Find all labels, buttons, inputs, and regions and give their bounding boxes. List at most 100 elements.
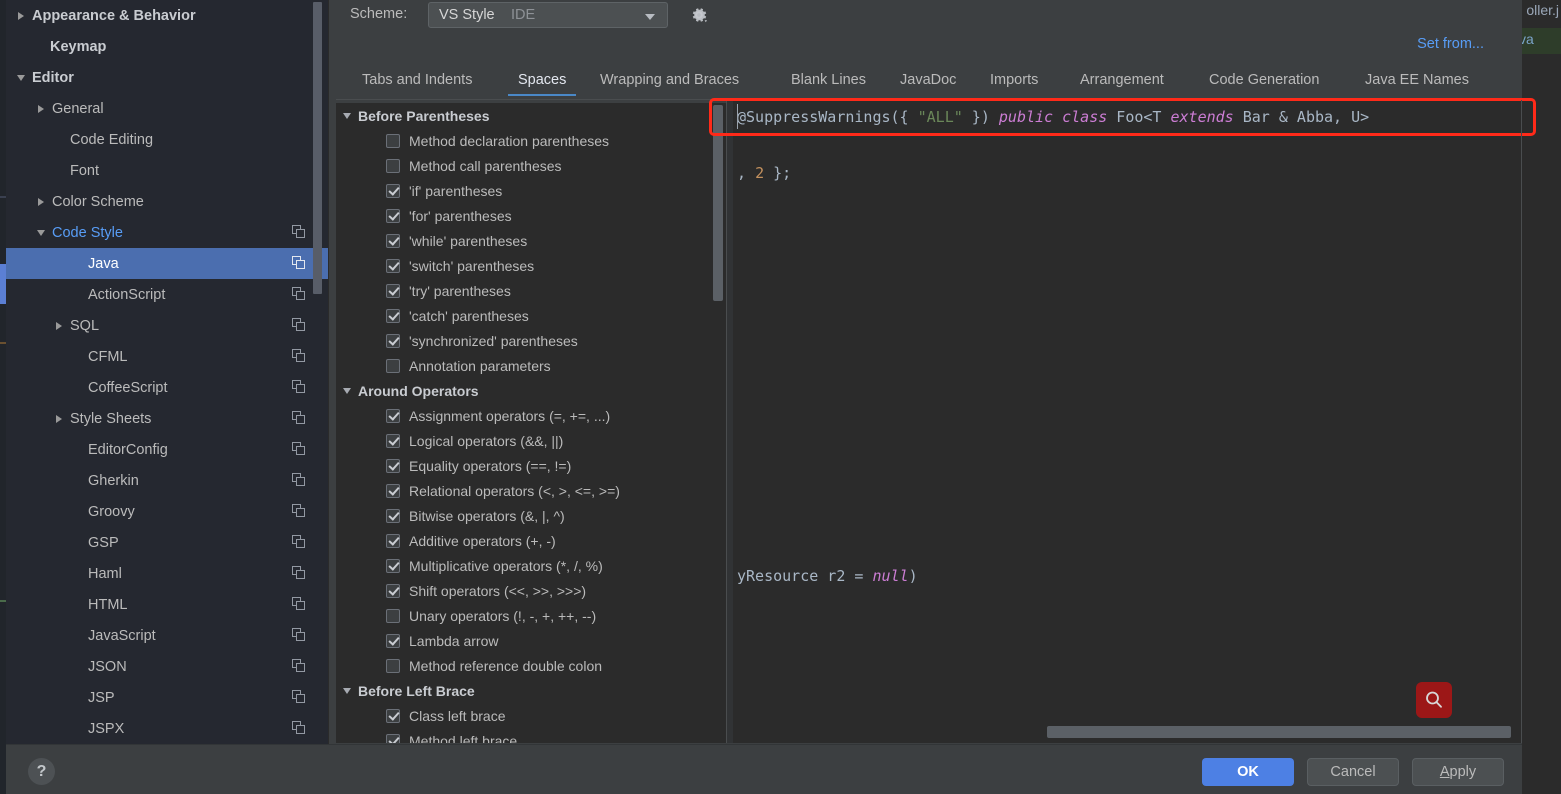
option-row[interactable]: Class left brace (336, 703, 726, 728)
sidebar-item-html[interactable]: HTML (6, 589, 328, 620)
sidebar-item-gsp[interactable]: GSP (6, 527, 328, 558)
tab-java-ee-names[interactable]: Java EE Names (1365, 68, 1469, 96)
checkbox-checked[interactable] (386, 533, 400, 548)
sidebar-item-gherkin[interactable]: Gherkin (6, 465, 328, 496)
checkbox-checked[interactable] (386, 258, 400, 273)
gear-icon[interactable] (688, 4, 710, 26)
sidebar-item-font[interactable]: Font (6, 155, 328, 186)
sidebar-item-json[interactable]: JSON (6, 651, 328, 682)
chevron-down-icon[interactable] (14, 70, 30, 86)
copy-scheme-icon[interactable] (292, 349, 306, 363)
sidebar-item-code-editing[interactable]: Code Editing (6, 124, 328, 155)
search-icon[interactable] (1416, 682, 1452, 718)
sidebar-item-cfml[interactable]: CFML (6, 341, 328, 372)
tree-scrollbar-thumb[interactable] (313, 2, 322, 294)
option-row[interactable]: Equality operators (==, !=) (336, 453, 726, 478)
option-row[interactable]: Multiplicative operators (*, /, %) (336, 553, 726, 578)
sidebar-item-haml[interactable]: Haml (6, 558, 328, 589)
copy-scheme-icon[interactable] (292, 380, 306, 394)
sidebar-item-color-scheme[interactable]: Color Scheme (6, 186, 328, 217)
checkbox-unchecked[interactable] (386, 133, 400, 148)
copy-scheme-icon[interactable] (292, 690, 306, 704)
copy-scheme-icon[interactable] (292, 318, 306, 332)
checkbox-checked[interactable] (386, 208, 400, 223)
checkbox-unchecked[interactable] (386, 608, 400, 623)
sidebar-item-sql[interactable]: SQL (6, 310, 328, 341)
option-row[interactable]: 'for' parentheses (336, 203, 726, 228)
chevron-down-icon[interactable] (340, 684, 358, 698)
tab-arrangement[interactable]: Arrangement (1080, 68, 1164, 96)
sidebar-item-editor[interactable]: Editor (6, 62, 328, 93)
tab-imports[interactable]: Imports (990, 68, 1038, 96)
option-row[interactable]: Relational operators (<, >, <=, >=) (336, 478, 726, 503)
option-row[interactable]: Lambda arrow (336, 628, 726, 653)
checkbox-checked[interactable] (386, 583, 400, 598)
checkbox-checked[interactable] (386, 458, 400, 473)
option-row[interactable]: Method reference double colon (336, 653, 726, 678)
checkbox-checked[interactable] (386, 183, 400, 198)
copy-scheme-icon[interactable] (292, 566, 306, 580)
chevron-right-icon[interactable] (52, 318, 68, 334)
sidebar-item-keymap[interactable]: Keymap (6, 31, 328, 62)
option-row[interactable]: 'synchronized' parentheses (336, 328, 726, 353)
code-preview-panel[interactable]: @SuppressWarnings({ "ALL" }) public clas… (727, 100, 1522, 743)
copy-scheme-icon[interactable] (292, 225, 306, 239)
chevron-down-icon[interactable] (340, 109, 358, 123)
sidebar-item-groovy[interactable]: Groovy (6, 496, 328, 527)
chevron-right-icon[interactable] (34, 101, 50, 117)
sidebar-item-general[interactable]: General (6, 93, 328, 124)
option-row[interactable]: Annotation parameters (336, 353, 726, 378)
tab-wrapping-and-braces[interactable]: Wrapping and Braces (600, 68, 739, 96)
option-row[interactable]: Bitwise operators (&, |, ^) (336, 503, 726, 528)
checkbox-checked[interactable] (386, 483, 400, 498)
option-row[interactable]: Shift operators (<<, >>, >>>) (336, 578, 726, 603)
scheme-dropdown[interactable]: VS Style IDE (428, 2, 668, 28)
option-row[interactable]: 'try' parentheses (336, 278, 726, 303)
copy-scheme-icon[interactable] (292, 411, 306, 425)
checkbox-checked[interactable] (386, 733, 400, 743)
option-group-before-parentheses[interactable]: Before Parentheses (336, 103, 726, 128)
option-row[interactable]: Assignment operators (=, +=, ...) (336, 403, 726, 428)
option-row[interactable]: 'switch' parentheses (336, 253, 726, 278)
set-from-link[interactable]: Set from... (1417, 36, 1484, 52)
sidebar-item-coffeescript[interactable]: CoffeeScript (6, 372, 328, 403)
sidebar-item-style-sheets[interactable]: Style Sheets (6, 403, 328, 434)
sidebar-item-java[interactable]: Java (6, 248, 328, 279)
option-row[interactable]: 'catch' parentheses (336, 303, 726, 328)
help-button[interactable]: ? (28, 758, 55, 785)
sidebar-item-code-style[interactable]: Code Style (6, 217, 328, 248)
sidebar-item-editorconfig[interactable]: EditorConfig (6, 434, 328, 465)
tab-tabs-and-indents[interactable]: Tabs and Indents (362, 68, 472, 96)
sidebar-item-jspx[interactable]: JSPX (6, 713, 328, 744)
cancel-button[interactable]: Cancel (1307, 758, 1399, 786)
copy-scheme-icon[interactable] (292, 473, 306, 487)
option-row[interactable]: 'if' parentheses (336, 178, 726, 203)
checkbox-checked[interactable] (386, 283, 400, 298)
settings-navigation-tree[interactable]: Appearance & Behavior Keymap Editor General… (6, 0, 328, 750)
sidebar-item-javascript[interactable]: JavaScript (6, 620, 328, 651)
copy-scheme-icon[interactable] (292, 442, 306, 456)
option-row[interactable]: Logical operators (&&, ||) (336, 428, 726, 453)
copy-scheme-icon[interactable] (292, 628, 306, 642)
chevron-down-icon[interactable] (340, 384, 358, 398)
checkbox-checked[interactable] (386, 433, 400, 448)
checkbox-checked[interactable] (386, 558, 400, 573)
option-row[interactable]: Additive operators (+, -) (336, 528, 726, 553)
option-row[interactable]: Unary operators (!, -, +, ++, --) (336, 603, 726, 628)
options-scrollbar-thumb[interactable] (713, 105, 723, 301)
option-group-around-operators[interactable]: Around Operators (336, 378, 726, 403)
option-row[interactable]: Method left brace (336, 728, 726, 743)
copy-scheme-icon[interactable] (292, 256, 306, 270)
checkbox-checked[interactable] (386, 633, 400, 648)
chevron-right-icon[interactable] (52, 411, 68, 427)
checkbox-checked[interactable] (386, 508, 400, 523)
checkbox-unchecked[interactable] (386, 158, 400, 173)
option-row[interactable]: Method declaration parentheses (336, 128, 726, 153)
copy-scheme-icon[interactable] (292, 721, 306, 735)
tab-blank-lines[interactable]: Blank Lines (791, 68, 866, 96)
sidebar-item-appearance-behavior[interactable]: Appearance & Behavior (6, 0, 328, 31)
checkbox-checked[interactable] (386, 408, 400, 423)
option-row[interactable]: Method call parentheses (336, 153, 726, 178)
tab-code-generation[interactable]: Code Generation (1209, 68, 1319, 96)
checkbox-unchecked[interactable] (386, 658, 400, 673)
